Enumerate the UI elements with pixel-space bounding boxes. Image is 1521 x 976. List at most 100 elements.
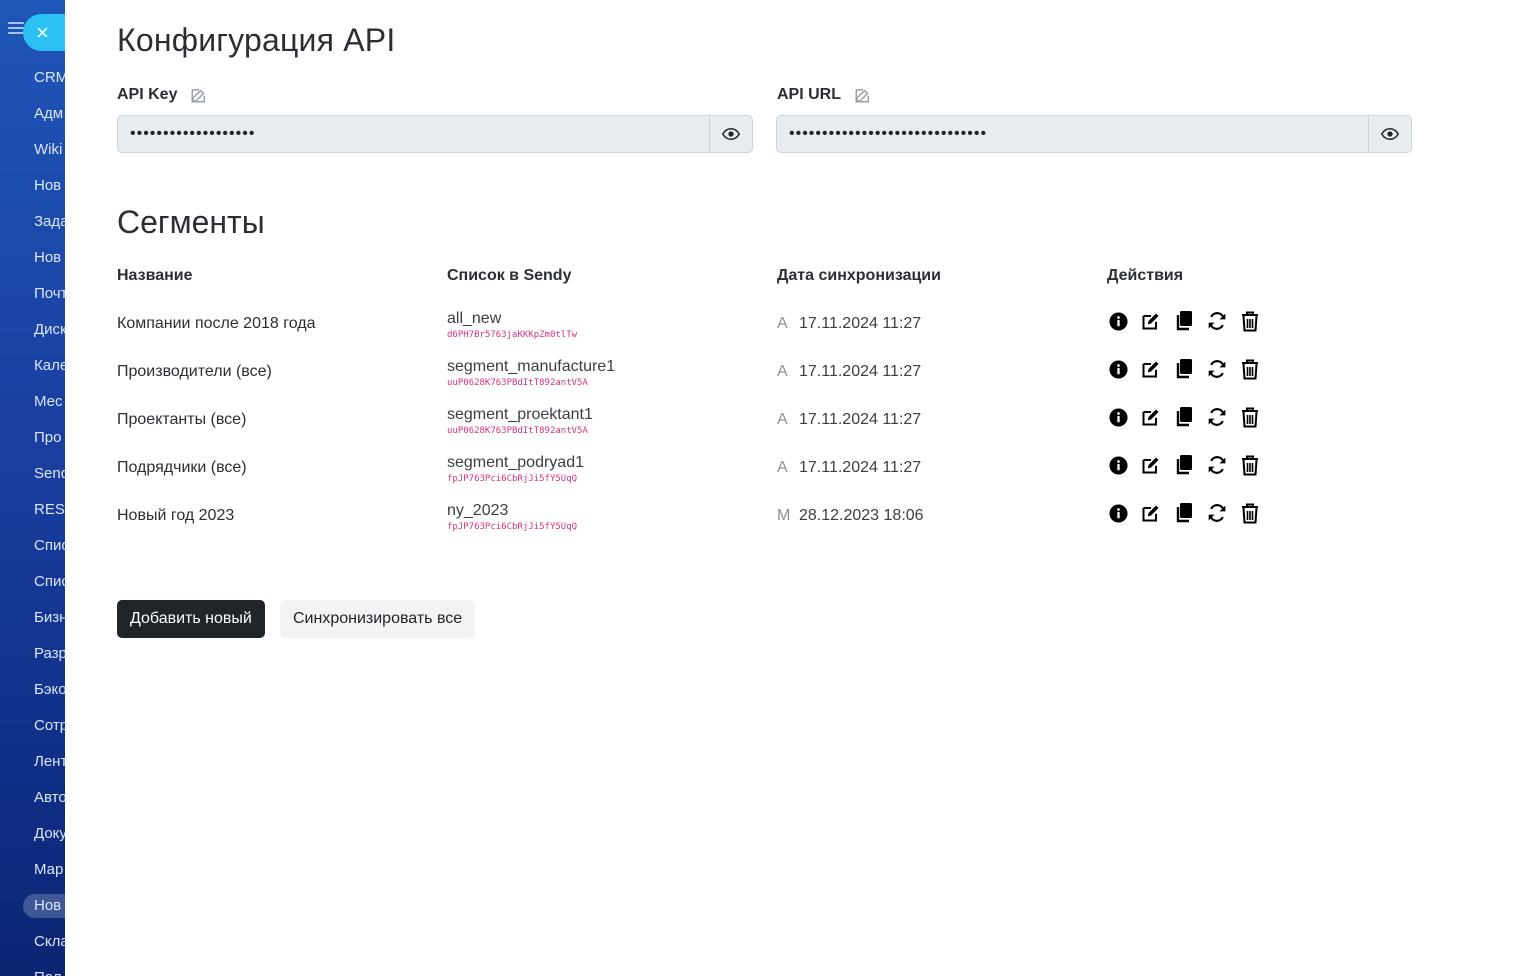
sync-date: 17.11.2024 11:27 [799, 459, 922, 476]
sidebar-item[interactable]: Wiki [34, 138, 65, 162]
sync-mode-badge: A [777, 411, 788, 428]
sidebar-item[interactable]: Скла [34, 930, 65, 954]
sidebar: CRM Адм Wiki Нов Зада Нов Почт Диск Кале Мес Про Se… [0, 0, 65, 976]
trash-icon[interactable] [1239, 454, 1261, 476]
sidebar-item[interactable]: Сотр [34, 714, 65, 738]
sync-icon[interactable] [1206, 310, 1228, 332]
edit-icon[interactable] [1140, 454, 1162, 476]
segment-name: Проектанты (все) [117, 411, 247, 428]
info-icon[interactable] [1107, 502, 1129, 524]
table-row: Проектанты (все) segment_proektant1 uuP062… [117, 396, 1317, 444]
edit-icon[interactable] [1140, 310, 1162, 332]
info-icon[interactable] [1107, 406, 1129, 428]
add-new-button[interactable]: Добавить новый [117, 600, 265, 638]
sidebar-item[interactable]: Диск [34, 318, 65, 342]
list-id: d6PH7Br5763jaKKKpZm0tlTw [447, 330, 578, 340]
copy-icon[interactable] [1173, 454, 1195, 476]
segment-list: segment_podryad1 fpJP763Pci6CbRjJi5fY5UqQ [447, 454, 584, 485]
sync-date: 17.11.2024 11:27 [799, 315, 922, 332]
sidebar-item[interactable]: Пол [34, 966, 65, 976]
sync-date-cell: A 17.11.2024 11:27 [777, 459, 921, 477]
api-url-group [776, 115, 1412, 153]
edit-icon[interactable] [1140, 358, 1162, 380]
close-button[interactable]: × [23, 14, 65, 51]
sidebar-item[interactable]: Зада [34, 210, 65, 234]
sidebar-item[interactable]: Разр [34, 642, 65, 666]
api-key-input[interactable] [118, 116, 709, 152]
api-url-label-text: API URL [777, 86, 841, 103]
sync-icon[interactable] [1206, 454, 1228, 476]
sidebar-item[interactable]: Нов [23, 894, 65, 918]
row-actions [1107, 454, 1272, 476]
list-name: segment_podryad1 [447, 454, 584, 471]
sidebar-item[interactable]: Бэко [34, 678, 65, 702]
sidebar-item[interactable]: Адм [34, 102, 65, 126]
sidebar-item[interactable]: CRM [34, 66, 65, 90]
sync-icon[interactable] [1206, 406, 1228, 428]
sidebar-item[interactable]: Send [34, 462, 65, 486]
list-name: segment_manufacture1 [447, 358, 616, 375]
sidebar-item[interactable]: Почт [34, 282, 65, 306]
api-key-label: API Key [117, 86, 208, 104]
reveal-api-url-button[interactable] [1368, 116, 1411, 152]
segment-list: all_new d6PH7Br5763jaKKKpZm0tlTw [447, 310, 577, 341]
sidebar-item[interactable]: REST [34, 498, 65, 522]
header-date: Дата синхронизации [777, 267, 941, 284]
trash-icon[interactable] [1239, 406, 1261, 428]
list-id: fpJP763Pci6CbRjJi5fY5UqQ [447, 474, 578, 484]
page-title: Конфигурация API [117, 22, 396, 58]
copy-icon[interactable] [1173, 358, 1195, 380]
list-id: fpJP763Pci6CbRjJi5fY5UqQ [447, 522, 578, 532]
sync-icon[interactable] [1206, 358, 1228, 380]
api-url-input[interactable] [777, 116, 1368, 152]
sidebar-item[interactable]: Авто [34, 786, 65, 810]
api-key-label-text: API Key [117, 86, 178, 103]
row-actions [1107, 502, 1272, 524]
sidebar-item[interactable]: Спис [34, 534, 65, 558]
sidebar-item[interactable]: Доку [34, 822, 65, 846]
sidebar-item[interactable]: Нов [34, 246, 65, 270]
edit-icon[interactable] [1140, 406, 1162, 428]
sidebar-item[interactable]: Мар [34, 858, 65, 882]
header-name: Название [117, 267, 193, 284]
copy-icon[interactable] [1173, 502, 1195, 524]
sidebar-item[interactable]: Лент [34, 750, 65, 774]
sync-all-button[interactable]: Синхронизировать все [280, 600, 476, 638]
sidebar-item[interactable]: Про [34, 426, 65, 450]
trash-icon[interactable] [1239, 502, 1261, 524]
sync-date: 28.12.2023 18:06 [799, 507, 924, 524]
sidebar-item[interactable]: Кале [34, 354, 65, 378]
list-name: all_new [447, 310, 502, 327]
edit-icon[interactable] [854, 86, 872, 104]
trash-icon[interactable] [1239, 310, 1261, 332]
sidebar-item[interactable]: Бизн [34, 606, 65, 630]
sync-date: 17.11.2024 11:27 [799, 411, 922, 428]
api-url-label: API URL [777, 86, 872, 104]
trash-icon[interactable] [1239, 358, 1261, 380]
sidebar-item[interactable]: Спис [34, 570, 65, 594]
sidebar-item[interactable]: Нов [34, 174, 65, 198]
sync-mode-badge: A [777, 315, 788, 332]
reveal-api-key-button[interactable] [709, 116, 752, 152]
copy-icon[interactable] [1173, 406, 1195, 428]
list-name: segment_proektant1 [447, 406, 593, 423]
info-icon[interactable] [1107, 310, 1129, 332]
sync-mode-badge: M [777, 507, 791, 524]
info-icon[interactable] [1107, 358, 1129, 380]
row-actions [1107, 310, 1272, 332]
segment-name: Компании после 2018 года [117, 315, 316, 332]
sync-icon[interactable] [1206, 502, 1228, 524]
header-actions: Действия [1107, 267, 1184, 284]
copy-icon[interactable] [1173, 310, 1195, 332]
list-id: uuP0628K763PBdItT892antV5A [447, 378, 588, 388]
menu-icon[interactable] [8, 22, 24, 36]
eye-icon [722, 127, 740, 141]
header-list: Список в Sendy [447, 267, 572, 284]
list-id: uuP0628K763PBdItT892antV5A [447, 426, 588, 436]
sidebar-item[interactable]: Мес [34, 390, 65, 414]
info-icon[interactable] [1107, 454, 1129, 476]
edit-icon[interactable] [190, 86, 208, 104]
edit-icon[interactable] [1140, 502, 1162, 524]
table-row: Производители (все) segment_manufacture1 u… [117, 348, 1317, 396]
table-row: Подрядчики (все) segment_podryad1 fpJP763P… [117, 444, 1317, 492]
